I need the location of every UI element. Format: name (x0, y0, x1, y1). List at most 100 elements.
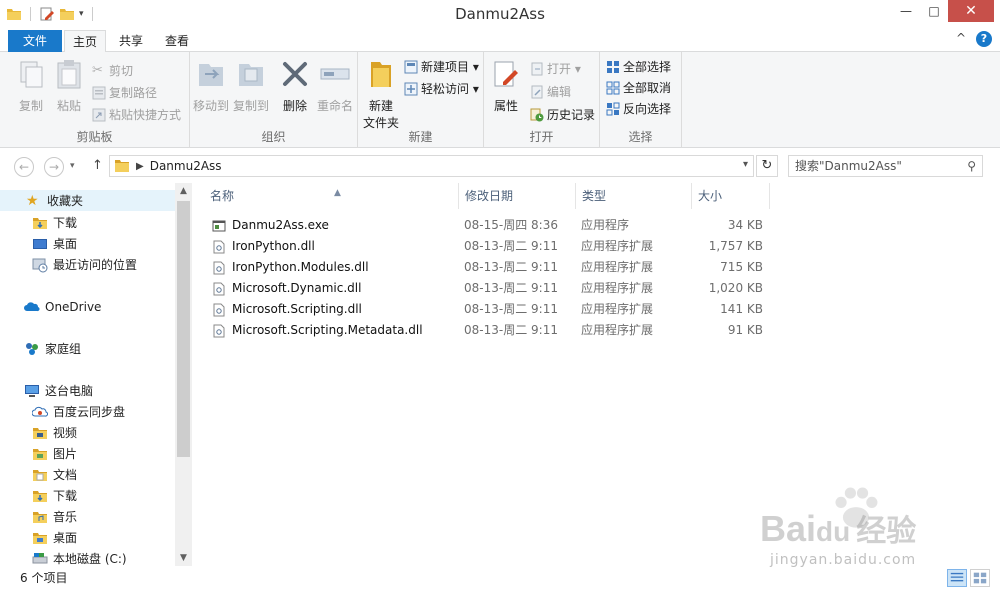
file-row[interactable]: Danmu2Ass.exe 08-15-周四 8:36 应用程序 34 KB (206, 215, 776, 236)
forward-button[interactable]: → (44, 157, 64, 177)
open-group: 属性 打开 ▾ 编辑 历史记录 打开 (484, 52, 600, 148)
nav-item-recent-places[interactable]: 最近访问的位置 (0, 254, 137, 275)
column-header-type[interactable]: 类型 (576, 183, 692, 209)
easy-access-label: 轻松访问 ▾ (421, 82, 479, 96)
up-button[interactable]: ↑ (92, 158, 103, 173)
minimize-button[interactable]: — (892, 0, 920, 22)
scroll-up-arrow-icon[interactable]: ▲ (175, 183, 192, 199)
nav-scrollbar[interactable]: ▲ ▼ (175, 183, 192, 566)
edit-button[interactable]: 编辑 (530, 83, 571, 100)
maximize-button[interactable]: □ (920, 0, 948, 22)
nav-item-baidu-sync[interactable]: 百度云同步盘 (0, 401, 125, 422)
new-folder-button[interactable]: 新建 文件夹 (362, 58, 400, 131)
paste-shortcut-button[interactable]: 粘贴快捷方式 (92, 106, 181, 123)
copy-to-label: 复制到 (232, 99, 269, 113)
back-button[interactable]: ← (14, 157, 34, 177)
downloads-folder-icon (33, 490, 47, 502)
nav-label: 收藏夹 (47, 194, 84, 208)
invert-selection-icon (606, 102, 620, 115)
copy-button[interactable]: 复制 (14, 58, 48, 114)
recent-locations-icon[interactable]: ▾ (70, 161, 75, 171)
paste-shortcut-label: 粘贴快捷方式 (109, 108, 182, 122)
column-header-label: 名称 (210, 189, 235, 203)
desktop-icon (33, 238, 47, 249)
search-input[interactable]: 搜索"Danmu2Ass" ⚲ (788, 155, 983, 177)
tab-file[interactable]: 文件 (8, 30, 62, 52)
invert-selection-button[interactable]: 反向选择 (606, 100, 671, 117)
nav-label: 家庭组 (45, 342, 82, 356)
nav-item-desktop-pc[interactable]: 桌面 (0, 527, 77, 548)
collapse-ribbon-icon[interactable]: ^ (956, 31, 966, 47)
nav-item-music[interactable]: 音乐 (0, 506, 77, 527)
navigation-pane: ★ 收藏夹 下载 桌面 最近访问的位置 OneDrive 家庭组 这台电脑 百度… (0, 183, 192, 566)
search-placeholder: 搜索"Danmu2Ass" (795, 159, 902, 173)
file-size: 1,757 KB (708, 239, 763, 253)
nav-item-homegroup[interactable]: 家庭组 (0, 338, 81, 359)
delete-button[interactable]: 删除 (278, 58, 312, 114)
nav-item-documents[interactable]: 文档 (0, 464, 77, 485)
file-name-text: Microsoft.Scripting.Metadata.dll (232, 323, 423, 337)
homegroup-icon (26, 342, 38, 355)
properties-button[interactable]: 属性 (490, 58, 522, 114)
breadcrumb-chevron-icon[interactable]: ▶ (136, 161, 144, 172)
nav-item-pictures[interactable]: 图片 (0, 443, 77, 464)
rename-button[interactable]: 重命名 (314, 58, 356, 114)
cloud-icon (24, 301, 40, 311)
column-header-label: 修改日期 (465, 189, 514, 203)
tab-view[interactable]: 查看 (158, 30, 196, 52)
move-to-button[interactable]: 移动到 (192, 58, 230, 114)
nav-label: 百度云同步盘 (53, 405, 126, 419)
tab-share[interactable]: 共享 (112, 30, 150, 52)
history-button[interactable]: 历史记录 (530, 106, 595, 123)
help-icon[interactable]: ? (976, 31, 992, 47)
item-count: 6 个项目 (20, 571, 68, 585)
copy-path-button[interactable]: 复制路径 (92, 84, 157, 101)
easy-access-button[interactable]: 轻松访问 ▾ (404, 80, 479, 97)
cut-button[interactable]: ✂ 剪切 (92, 62, 133, 79)
tab-home[interactable]: 主页 (64, 30, 106, 53)
nav-label: 最近访问的位置 (53, 258, 138, 272)
select-all-label: 全部选择 (623, 60, 672, 74)
nav-item-favorites[interactable]: ★ 收藏夹 (0, 190, 175, 211)
nav-item-videos[interactable]: 视频 (0, 422, 77, 443)
file-row[interactable]: IronPython.dll 08-13-周二 9:11 应用程序扩展 1,75… (206, 236, 776, 257)
nav-item-this-pc[interactable]: 这台电脑 (0, 380, 93, 401)
column-header-size[interactable]: 大小 (692, 183, 770, 209)
new-item-button[interactable]: 新建项目 ▾ (404, 58, 479, 75)
computer-icon (25, 384, 39, 397)
file-size: 34 KB (727, 218, 763, 232)
address-dropdown-icon[interactable]: ▾ (743, 159, 748, 170)
scroll-down-arrow-icon[interactable]: ▼ (175, 550, 192, 566)
close-button[interactable]: ✕ (948, 0, 994, 22)
nav-item-desktop[interactable]: 桌面 (0, 233, 77, 254)
paste-button[interactable]: 粘贴 (52, 58, 86, 114)
column-header-name[interactable]: 名称 ▲ (204, 183, 459, 209)
column-header-modified[interactable]: 修改日期 (459, 183, 576, 209)
file-date: 08-13-周二 9:11 (464, 323, 558, 337)
select-none-button[interactable]: 全部取消 (606, 79, 671, 96)
address-bar[interactable]: ▶ Danmu2Ass ▾ (109, 155, 754, 177)
recent-places-icon (32, 258, 48, 272)
breadcrumb-path[interactable]: Danmu2Ass (150, 159, 222, 173)
properties-icon (494, 61, 518, 87)
copy-to-button[interactable]: 复制到 (232, 58, 270, 114)
nav-item-onedrive[interactable]: OneDrive (0, 296, 101, 317)
search-icon[interactable]: ⚲ (967, 156, 976, 176)
file-row[interactable]: Microsoft.Dynamic.dll 08-13-周二 9:11 应用程序… (206, 278, 776, 299)
large-icons-view-button[interactable] (970, 569, 990, 587)
nav-item-downloads-pc[interactable]: 下载 (0, 485, 77, 506)
refresh-button[interactable]: ↻ (756, 155, 778, 177)
pictures-folder-icon (33, 448, 47, 460)
invert-selection-label: 反向选择 (623, 102, 672, 116)
file-row[interactable]: IronPython.Modules.dll 08-13-周二 9:11 应用程… (206, 257, 776, 278)
details-view-button[interactable] (947, 569, 967, 587)
open-button[interactable]: 打开 ▾ (530, 60, 581, 77)
rename-icon (320, 68, 350, 80)
copy-path-label: 复制路径 (109, 86, 158, 100)
scrollbar-thumb[interactable] (177, 201, 190, 457)
select-all-button[interactable]: 全部选择 (606, 58, 671, 75)
nav-item-downloads[interactable]: 下载 (0, 212, 77, 233)
file-row[interactable]: Microsoft.Scripting.Metadata.dll 08-13-周… (206, 320, 776, 341)
file-row[interactable]: Microsoft.Scripting.dll 08-13-周二 9:11 应用… (206, 299, 776, 320)
rename-label: 重命名 (316, 99, 353, 113)
